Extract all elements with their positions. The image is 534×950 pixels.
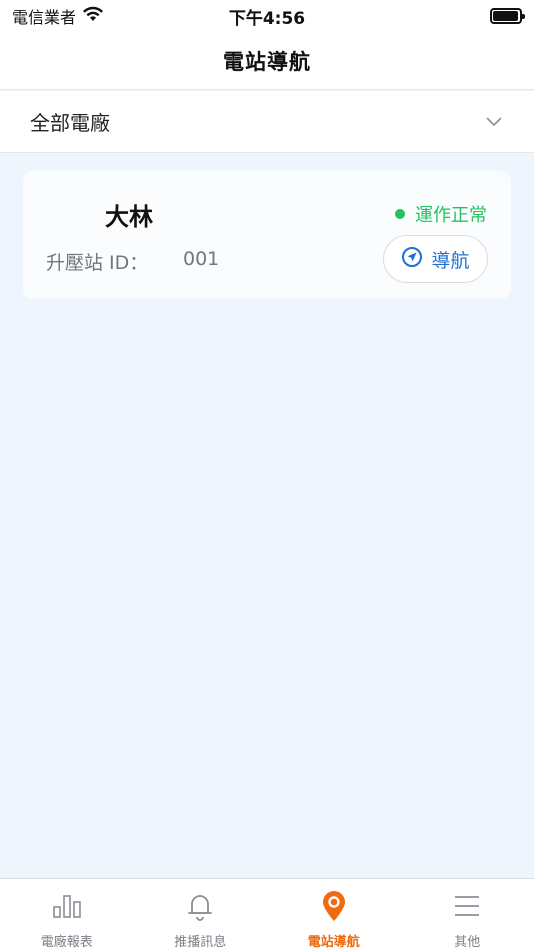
station-card[interactable]: 大林 運作正常 升壓站 ID： 001 導航 (23, 171, 511, 299)
battery-icon (490, 8, 525, 24)
chevron-down-icon (486, 112, 502, 131)
station-name: 大林 (105, 203, 153, 231)
status-dot-icon (395, 209, 405, 219)
tab-plant-report[interactable]: 電廠報表 (0, 879, 134, 950)
nav-bar: 電站導航 (0, 32, 534, 90)
bell-icon (183, 889, 217, 923)
status-text: 運作正常 (415, 205, 487, 226)
wifi-icon (82, 6, 104, 26)
status-time: 下午4:56 (228, 8, 306, 29)
substation-id-value: 001 (183, 248, 220, 270)
tab-label: 電廠報表 (40, 935, 93, 950)
navigate-button[interactable]: 導航 (383, 235, 488, 283)
bar-chart-icon (50, 889, 84, 923)
substation-id-row: 升壓站 ID： 001 (46, 248, 219, 275)
status-bar: 電信業者 下午4:56 (0, 0, 534, 32)
carrier-label: 電信業者 (12, 8, 77, 27)
navigate-button-label: 導航 (431, 249, 470, 272)
tab-label: 其他 (454, 935, 481, 950)
menu-icon (450, 889, 484, 923)
map-pin-icon (317, 889, 351, 923)
plant-filter-selected: 全部電廠 (30, 111, 110, 135)
tab-other[interactable]: 其他 (401, 879, 534, 950)
tab-label: 電站導航 (307, 935, 360, 950)
tab-label: 推播訊息 (174, 935, 227, 950)
status-left: 電信業者 (12, 4, 104, 28)
tab-bar: 電廠報表 推播訊息 電站導航 其他 (0, 878, 534, 950)
battery-fill (493, 11, 518, 21)
substation-id-label: 升壓站 ID： (46, 252, 149, 274)
navigation-arrow-icon (401, 246, 423, 272)
tab-push-messages[interactable]: 推播訊息 (134, 879, 268, 950)
plant-filter-dropdown[interactable]: 全部電廠 (0, 91, 534, 153)
status-badge: 運作正常 (395, 201, 487, 227)
page-title: 電站導航 (223, 49, 311, 74)
tab-station-navigation[interactable]: 電站導航 (267, 879, 401, 950)
station-navigation-screen: 電信業者 下午4:56 電站導航 全部電廠 大林 運作正常 升壓站 ID： 00… (0, 0, 534, 950)
